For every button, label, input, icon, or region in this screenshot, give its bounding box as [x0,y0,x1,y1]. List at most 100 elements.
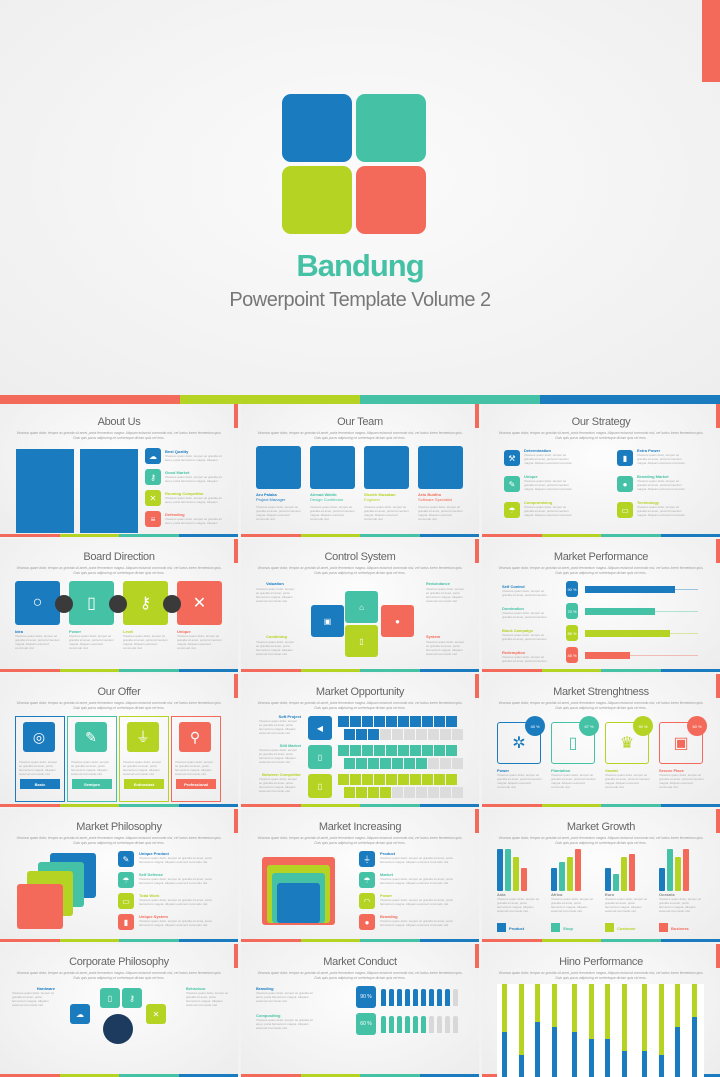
slide-thumbnail[interactable]: About UsVivamus quam dolor, tempor ac gr… [0,404,238,537]
search-icon: ⚲ [179,722,211,752]
stacked-bar-value [519,1055,524,1077]
slide-thumbnail[interactable]: Market Philosophy Vivamus quam dolor, tem… [0,809,238,942]
strip-segment [542,669,602,672]
person-figure [445,989,450,1006]
battery-icon: ▯ [69,581,114,625]
slide-intro-text: Vivamus quam dolor, tempor ac gravida si… [14,701,224,710]
percent-circle: 67 % [579,716,599,736]
slide-thumbnail[interactable]: Board Direction Vivamus quam dolor, tempo… [0,539,238,672]
person-figure [421,989,426,1006]
unit-square [392,758,403,769]
unit-square [368,729,379,740]
slide-thumbnail[interactable]: Market StrenghtnessVivamus quam dolor, t… [482,674,720,807]
strip-segment [119,804,179,807]
slide-thumbnail[interactable]: Our OfferVivamus quam dolor, tempor ac g… [0,674,238,807]
item-text: Vivamus quam dolor, tempor ac gravida si… [637,453,687,465]
slide-thumbnail[interactable]: Our StrategyVivamus quam dolor, tempor a… [482,404,720,537]
slide-bottom-strip [482,804,720,807]
item-text: Vivamus quam dolor, tempor ac gravida si… [418,505,463,525]
unit-square [446,774,457,785]
person-figure [453,989,458,1006]
slide-thumbnail[interactable]: Market OpportunityVivamus quam dolor, te… [241,674,479,807]
person-figure [429,989,434,1006]
slide-title: Market Conduct [241,956,479,968]
unit-square [422,774,433,785]
cover-subtitle: Powerpoint Template Volume 2 [0,289,720,312]
strip-segment [0,939,60,942]
percent-circle: 90 % [633,716,653,736]
item-label: System [426,634,440,639]
strip-segment [179,534,239,537]
slide-thumbnail[interactable]: Market Conduct Vivamus quam dolor, tempor… [241,944,479,1077]
strip-segment [241,669,301,672]
slide-thumbnail[interactable]: Market PerformanceVivamus quam dolor, te… [482,539,720,672]
slide-intro-text: Vivamus quam dolor, tempor ac gravida si… [255,566,465,575]
plan-button: Enthusiast [124,779,164,789]
item-text: Vivamus quam dolor, tempor ac gravida si… [256,1018,316,1030]
strip-segment [420,804,480,807]
item-text: Vivamus quam dolor, tempor ac gravida si… [259,748,301,768]
pencil-icon: ✎ [118,851,134,867]
slide-title: Our Team [241,416,479,428]
strip-segment [60,939,120,942]
item-text: Vivamus quam dolor, tempor ac gravida si… [502,589,554,597]
slide-bottom-strip [0,534,238,537]
member-role: Engineer [364,497,380,502]
compass-icon: ◎ [23,722,55,752]
stacked-bar-value [692,1017,697,1077]
growth-bar [521,868,527,891]
item-label: Product [509,926,524,931]
cover-preview: Bandung Powerpoint Template Volume 2 [0,0,720,395]
growth-bar [667,849,673,891]
unit-square [368,787,379,798]
stacked-bar-value [502,1032,507,1077]
strip-segment [60,669,120,672]
unit-square [404,787,415,798]
slide-thumbnail[interactable]: Corporate PhilosophyVivamus quam dolor, … [0,944,238,1077]
logo-tile-blue [282,94,352,162]
item-text: Vivamus quam dolor, tempor ac gravida si… [177,634,222,654]
strip-segment [601,804,661,807]
strip-segment [360,804,420,807]
unit-square [356,758,367,769]
slide-intro-text: Vivamus quam dolor, tempor ac gravida si… [496,971,706,980]
strip-segment [360,534,420,537]
percent-badge: 90 % [356,986,376,1008]
percent-badge: 70 % [566,603,578,619]
strip-segment [60,534,120,537]
item-text: Vivamus quam dolor, tempor ac gravida si… [637,479,687,491]
slide-corner-tab [234,539,238,563]
stacked-bar-value [552,1027,557,1077]
chat-icon: ● [381,605,414,637]
member-photo [310,446,355,489]
slide-thumbnail[interactable]: Market GrowthVivamus quam dolor, tempor … [482,809,720,942]
slide-thumbnail[interactable]: Market IncreasingVivamus quam dolor, tem… [241,809,479,942]
item-text: Vivamus quam dolor, tempor ac gravida si… [165,517,227,525]
growth-bar [505,849,511,891]
slide-thumbnail[interactable]: Our Team Vivamus quam dolor, tempor ac gr… [241,404,479,537]
unit-square [416,787,427,798]
unit-square [398,774,409,785]
unit-square [368,758,379,769]
stacked-bar-value [572,1032,577,1077]
stacked-bar-value [535,1022,540,1077]
tools-icon: ✕ [177,581,222,625]
logo-tile-teal [356,94,426,162]
growth-bar [575,849,581,891]
slide-title: Market Philosophy [0,821,238,833]
slide-thumbnail[interactable]: Control SystemVivamus quam dolor, tempor… [241,539,479,672]
strip-segment [661,804,720,807]
slide-thumbnail[interactable]: Hino PerformanceVivamus quam dolor, temp… [482,944,720,1077]
item-text: Vivamus quam dolor, tempor ac gravida si… [256,640,298,656]
slide-title: Board Direction [0,551,238,563]
unit-square [356,729,367,740]
unit-square [338,774,349,785]
slide-bottom-strip [0,669,238,672]
strip-segment [601,534,661,537]
item-text: Vivamus quam dolor, tempor ac gravida si… [165,454,227,462]
strip-segment [420,939,480,942]
person-figure [405,989,410,1006]
item-text: Vivamus quam dolor, tempor ac gravida si… [139,919,219,927]
strip-segment [420,669,480,672]
slide-bottom-strip [241,804,479,807]
